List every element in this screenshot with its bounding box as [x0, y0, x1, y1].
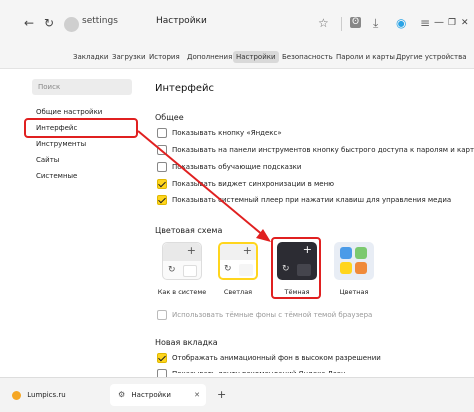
- scheme-color[interactable]: [334, 242, 374, 280]
- tile-card: [183, 265, 197, 277]
- nav-bookmarks[interactable]: Закладки: [70, 51, 111, 63]
- plus-icon: +: [186, 244, 196, 257]
- new-tab-button[interactable]: +: [217, 384, 226, 406]
- tile-blue: [340, 247, 352, 259]
- menu-icon[interactable]: ≡: [420, 14, 430, 32]
- tab-label: Lumpics.ru: [27, 391, 66, 399]
- nav-security[interactable]: Безопасность: [279, 51, 336, 63]
- minimize-button[interactable]: —: [434, 13, 444, 33]
- tile-yellow: [340, 262, 352, 274]
- orange-favicon-icon: [12, 390, 21, 400]
- nav-passwords[interactable]: Пароли и карты: [333, 51, 398, 63]
- checkbox-hints[interactable]: [157, 162, 167, 172]
- option-label: Показывать обучающие подсказки: [172, 163, 302, 171]
- bookmark-icon[interactable]: ☆: [318, 14, 329, 32]
- tab-label: Настройки: [131, 391, 171, 399]
- search-input[interactable]: Поиск: [32, 79, 132, 95]
- sidebar-item-sites[interactable]: Сайты: [36, 155, 59, 166]
- tab-settings[interactable]: ⚙ Настройки ✕: [110, 384, 206, 406]
- option-label: Показывать виджет синхронизации в меню: [172, 180, 335, 188]
- checkbox-passwords-button[interactable]: [157, 145, 167, 155]
- checkbox-animated-bg[interactable]: [157, 353, 167, 363]
- sidebar-item-tools[interactable]: Инструменты: [36, 139, 86, 150]
- scheme-label-system: Как в системе: [157, 288, 207, 296]
- nav-history[interactable]: История: [146, 51, 183, 63]
- alice-icon[interactable]: ◉: [396, 14, 406, 32]
- checkbox-yandex-button[interactable]: [157, 128, 167, 138]
- back-button[interactable]: ←: [24, 13, 34, 33]
- translate-icon[interactable]: ʘ: [350, 17, 362, 28]
- title-bar: ← ↻ settings Настройки ☆ ʘ ⤓ ◉ ≡ — ❐ ✕: [0, 0, 474, 47]
- option-label: Показывать кнопку «Яндекс»: [172, 129, 282, 137]
- gear-icon: ⚙: [118, 390, 126, 399]
- checkbox-media-player[interactable]: [157, 195, 167, 205]
- browser-window: ← ↻ settings Настройки ☆ ʘ ⤓ ◉ ≡ — ❐ ✕ З…: [0, 0, 474, 412]
- option-label: Показывать системный плеер при нажатии к…: [172, 196, 452, 204]
- address-bar[interactable]: settings: [82, 16, 118, 26]
- reload-button[interactable]: ↻: [44, 13, 54, 33]
- highlight-dark-scheme: [271, 237, 321, 299]
- section-newtab-heading: Новая вкладка: [155, 338, 218, 347]
- page-heading: Интерфейс: [155, 83, 215, 94]
- maximize-button[interactable]: ❐: [448, 13, 456, 33]
- settings-nav: Закладки Загрузки История Дополнения Нас…: [0, 47, 474, 69]
- checkbox-sync-widget[interactable]: [157, 179, 167, 189]
- nav-devices[interactable]: Другие устройства: [393, 51, 470, 63]
- tab-lumpics[interactable]: Lumpics.ru: [12, 384, 106, 406]
- highlight-interface: [24, 118, 138, 138]
- plus-icon: +: [242, 244, 252, 257]
- download-icon[interactable]: ⤓: [373, 14, 378, 32]
- close-window-button[interactable]: ✕: [461, 13, 469, 33]
- nav-downloads[interactable]: Загрузки: [109, 51, 149, 63]
- scheme-system[interactable]: + ↻: [162, 242, 202, 280]
- tab-bar: Lumpics.ru ⚙ Настройки ✕ +: [0, 377, 474, 412]
- divider: [341, 17, 342, 31]
- tile-orange: [355, 262, 367, 274]
- sidebar-item-system[interactable]: Системные: [36, 171, 77, 182]
- scheme-label-light: Светлая: [223, 288, 253, 296]
- section-scheme-heading: Цветовая схема: [155, 226, 223, 235]
- option-label: Отображать анимационный фон в высоком ра…: [172, 354, 381, 362]
- scheme-label-color: Цветная: [339, 288, 369, 296]
- settings-gear-icon: [64, 17, 79, 32]
- sidebar-item-general[interactable]: Общие настройки: [36, 107, 102, 118]
- option-label: Показывать на панели инструментов кнопку…: [172, 146, 474, 154]
- option-label: Использовать тёмные фоны с тёмной темой …: [172, 311, 373, 319]
- scheme-light[interactable]: + ↻: [218, 242, 258, 280]
- refresh-icon: ↻: [168, 265, 176, 275]
- nav-settings[interactable]: Настройки: [233, 51, 279, 63]
- section-general-heading: Общее: [155, 113, 184, 122]
- refresh-icon: ↻: [224, 264, 232, 274]
- settings-main: Интерфейс Общее Показывать кнопку «Яндек…: [139, 71, 474, 379]
- checkbox-dark-backgrounds[interactable]: [157, 310, 167, 320]
- close-tab-button[interactable]: ✕: [194, 384, 200, 406]
- tile-card: [239, 264, 253, 276]
- page-title: Настройки: [156, 16, 207, 26]
- tile-green: [355, 247, 367, 259]
- nav-extensions[interactable]: Дополнения: [184, 51, 235, 63]
